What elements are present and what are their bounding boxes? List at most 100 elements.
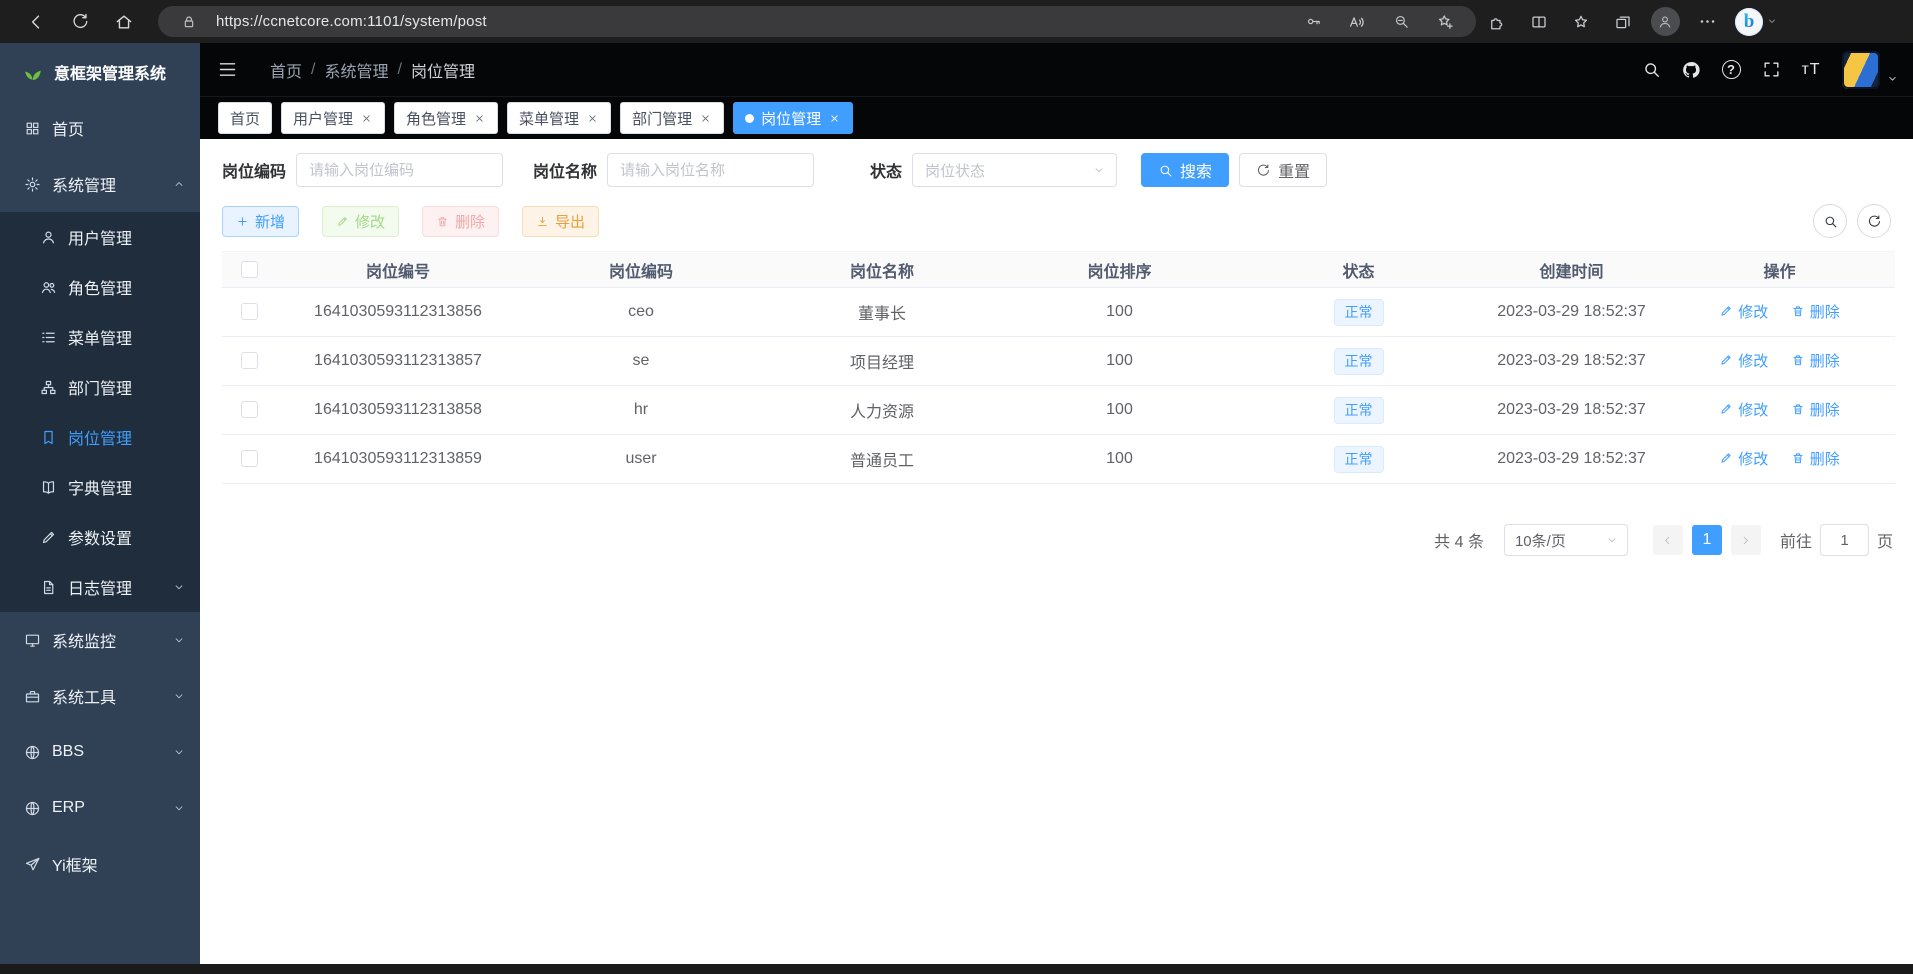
breadcrumb-home[interactable]: 首页 [270, 58, 302, 82]
post-name-input[interactable] [607, 153, 814, 187]
chevron-down-icon [172, 745, 186, 759]
help-question-icon[interactable] [1714, 52, 1748, 88]
sidebar-item-dictionary-management[interactable]: 字典管理 [0, 462, 200, 512]
header-search-icon[interactable] [1634, 52, 1668, 88]
saved-password-key-icon[interactable] [1296, 8, 1330, 36]
add-favorite-star-icon[interactable] [1428, 8, 1462, 36]
favorites-icon[interactable] [1560, 3, 1602, 41]
chevron-left-icon [1660, 533, 1675, 548]
row-delete-button[interactable]: 删除 [1791, 399, 1840, 420]
close-tab-icon[interactable] [586, 112, 599, 125]
status-select[interactable]: 岗位状态 [912, 153, 1117, 187]
close-tab-icon[interactable] [699, 112, 712, 125]
cell-post-sort: 100 [1001, 435, 1238, 484]
site-info-lock-icon[interactable] [172, 8, 206, 36]
tab-menu-management[interactable]: 菜单管理 [507, 102, 611, 134]
sidebar-item-system-tools[interactable]: 系统工具 [0, 668, 200, 724]
toolbox-icon [24, 688, 41, 705]
user-menu-caret-icon[interactable] [1886, 72, 1899, 85]
next-page-button[interactable] [1731, 525, 1761, 555]
sidebar-item-department-management[interactable]: 部门管理 [0, 362, 200, 412]
sidebar-item-role-management[interactable]: 角色管理 [0, 262, 200, 312]
collections-icon[interactable] [1602, 3, 1644, 41]
table-row: 1641030593112313859 user 普通员工 100 正常 202… [222, 435, 1895, 484]
add-button[interactable]: 新增 [222, 206, 299, 237]
edit-button[interactable]: 修改 [322, 206, 399, 237]
status-badge: 正常 [1334, 397, 1384, 424]
delete-button-label: 删除 [455, 211, 485, 232]
page-size-select[interactable]: 10条/页 [1504, 524, 1628, 556]
cell-post-id: 1641030593112313857 [277, 337, 519, 386]
select-all-checkbox[interactable] [241, 261, 258, 278]
row-edit-button[interactable]: 修改 [1719, 350, 1768, 371]
github-icon[interactable] [1674, 52, 1708, 88]
browser-address-bar[interactable]: https://ccnetcore.com:1101/system/post [158, 6, 1476, 37]
sidebar-item-home[interactable]: 首页 [0, 100, 200, 156]
read-aloud-icon[interactable] [1340, 8, 1374, 36]
sidebar-item-system-monitoring[interactable]: 系统监控 [0, 612, 200, 668]
tab-user-management[interactable]: 用户管理 [281, 102, 385, 134]
zoom-out-icon[interactable] [1384, 8, 1418, 36]
close-tab-icon[interactable] [360, 112, 373, 125]
sidebar-item-label: 角色管理 [68, 275, 132, 299]
row-delete-button[interactable]: 删除 [1791, 448, 1840, 469]
extensions-icon[interactable] [1476, 3, 1518, 41]
user-avatar[interactable] [1842, 51, 1880, 89]
status-select-placeholder: 岗位状态 [925, 160, 985, 181]
prev-page-button[interactable] [1653, 525, 1683, 555]
browser-settings-icon[interactable] [1686, 3, 1728, 41]
row-checkbox[interactable] [241, 401, 258, 418]
copilot-icon[interactable] [1728, 3, 1770, 41]
sidebar-item-yi-framework[interactable]: Yi框架 [0, 836, 200, 892]
browser-home-button[interactable] [102, 3, 146, 41]
split-screen-icon[interactable] [1518, 3, 1560, 41]
browser-back-button[interactable] [14, 3, 58, 41]
copilot-caret-icon[interactable] [1766, 13, 1778, 31]
sidebar-toggle-icon[interactable] [200, 59, 254, 80]
refresh-table-button[interactable] [1857, 204, 1891, 238]
row-edit-button[interactable]: 修改 [1719, 301, 1768, 322]
close-tab-icon[interactable] [473, 112, 486, 125]
sidebar-item-bbs[interactable]: BBS [0, 724, 200, 780]
close-tab-icon[interactable] [828, 112, 841, 125]
browser-profile-avatar[interactable] [1644, 3, 1686, 41]
page-number-button[interactable]: 1 [1692, 525, 1722, 555]
row-edit-label: 修改 [1738, 399, 1768, 420]
tab-post-management[interactable]: 岗位管理 [733, 102, 853, 134]
font-size-icon[interactable] [1794, 52, 1828, 88]
browser-refresh-button[interactable] [58, 3, 102, 41]
sidebar-item-erp[interactable]: ERP [0, 780, 200, 836]
tab-department-management[interactable]: 部门管理 [620, 102, 724, 134]
search-button[interactable]: 搜索 [1141, 153, 1229, 187]
breadcrumb-separator [311, 61, 315, 79]
sidebar-item-post-management[interactable]: 岗位管理 [0, 412, 200, 462]
reset-button[interactable]: 重置 [1239, 153, 1327, 187]
row-checkbox[interactable] [241, 352, 258, 369]
breadcrumb-system-management[interactable]: 系统管理 [324, 58, 388, 82]
edit-button-label: 修改 [355, 211, 385, 232]
row-delete-label: 删除 [1810, 301, 1840, 322]
sidebar-item-user-management[interactable]: 用户管理 [0, 212, 200, 262]
post-badge-icon [40, 429, 57, 446]
sidebar-item-log-management[interactable]: 日志管理 [0, 562, 200, 612]
sidebar-item-menu-management[interactable]: 菜单管理 [0, 312, 200, 362]
sidebar-item-system-management[interactable]: 系统管理 [0, 156, 200, 212]
cell-post-name: 董事长 [763, 288, 1001, 337]
goto-page-input[interactable] [1820, 524, 1869, 556]
row-edit-button[interactable]: 修改 [1719, 448, 1768, 469]
row-checkbox[interactable] [241, 450, 258, 467]
column-header-post-sort: 岗位排序 [1001, 252, 1238, 288]
row-delete-button[interactable]: 删除 [1791, 301, 1840, 322]
toggle-search-button[interactable] [1813, 204, 1847, 238]
post-code-input[interactable] [296, 153, 503, 187]
tab-home[interactable]: 首页 [218, 102, 272, 134]
post-table: 岗位编号 岗位编码 岗位名称 岗位排序 状态 创建时间 操作 164103059… [222, 251, 1895, 484]
sidebar-item-parameter-settings[interactable]: 参数设置 [0, 512, 200, 562]
tab-role-management[interactable]: 角色管理 [394, 102, 498, 134]
delete-button[interactable]: 删除 [422, 206, 499, 237]
row-delete-button[interactable]: 删除 [1791, 350, 1840, 371]
fullscreen-icon[interactable] [1754, 52, 1788, 88]
row-checkbox[interactable] [241, 303, 258, 320]
export-button[interactable]: 导出 [522, 206, 599, 237]
row-edit-button[interactable]: 修改 [1719, 399, 1768, 420]
